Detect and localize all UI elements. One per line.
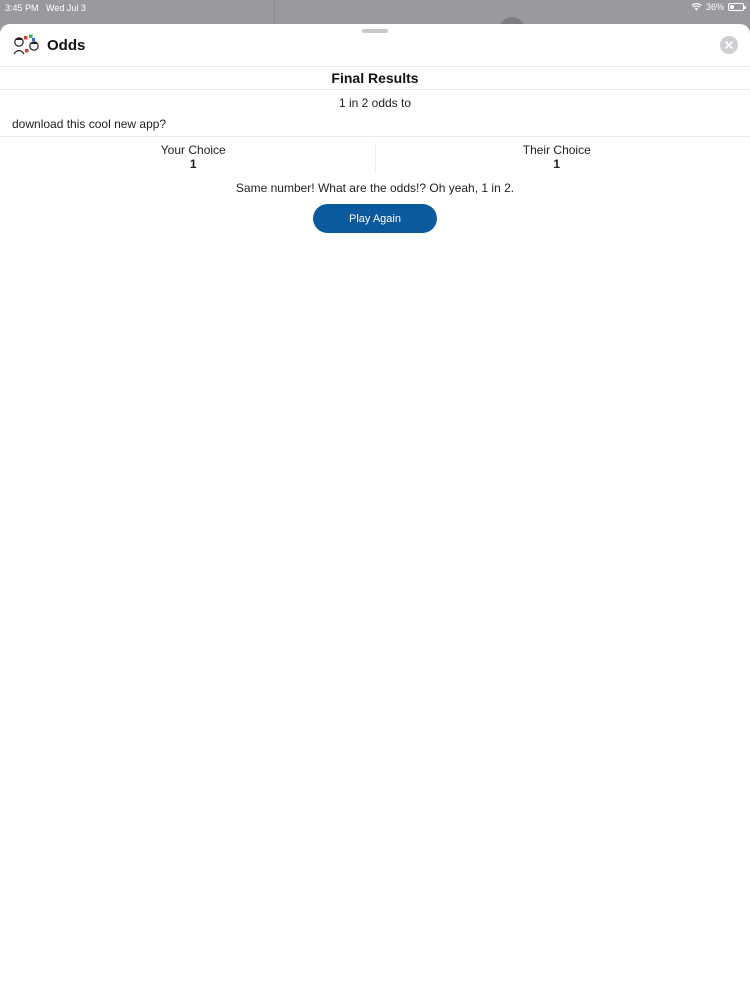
divider — [0, 89, 750, 90]
battery-icon — [728, 3, 746, 11]
status-bar: 3:45 PM Wed Jul 3 36% — [0, 0, 750, 16]
sheet-header: Odds — [0, 24, 750, 67]
choices-row: Your Choice 1 Their Choice 1 — [12, 143, 738, 173]
their-choice-value: 1 — [553, 157, 561, 171]
their-choice: Their Choice 1 — [374, 143, 739, 173]
battery-fill — [730, 5, 734, 9]
results-sheet: Odds Final Results 1 in 2 odds to downlo… — [0, 24, 750, 1000]
odds-prompt-line-2: download this cool new app? — [12, 117, 167, 131]
battery-percent: 36% — [705, 2, 724, 12]
result-message: Same number! What are the odds!? Oh yeah… — [235, 181, 515, 195]
final-results-title: Final Results — [331, 70, 419, 86]
divider — [0, 136, 750, 137]
your-choice-value: 1 — [189, 157, 197, 171]
status-time: 3:45 PM Wed Jul 3 — [5, 3, 86, 13]
screen: 3:45 PM Wed Jul 3 36% Odds Final Results… — [0, 0, 750, 1000]
play-again-button[interactable]: Play Again — [313, 204, 437, 233]
your-choice-label: Your Choice — [160, 143, 226, 157]
your-choice: Your Choice 1 — [12, 143, 375, 173]
odds-prompt-line-1: 1 in 2 odds to — [338, 96, 412, 110]
close-button[interactable] — [720, 36, 738, 54]
odds-logo-icon — [12, 34, 42, 56]
wifi-icon — [691, 3, 702, 11]
app-title: Odds — [47, 37, 86, 54]
close-icon — [725, 36, 733, 54]
their-choice-label: Their Choice — [522, 143, 591, 157]
status-clock: 3:45 PM — [5, 3, 39, 13]
status-right: 36% — [691, 2, 746, 12]
status-date: Wed Jul 3 — [46, 3, 86, 13]
